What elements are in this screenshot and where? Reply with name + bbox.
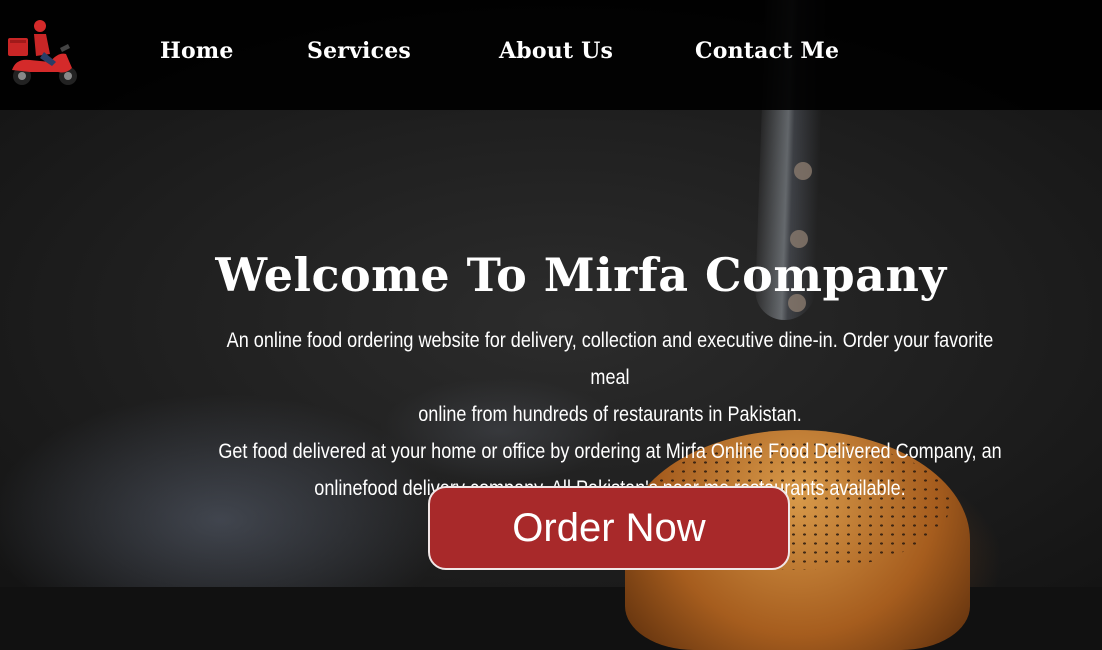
scooter-delivery-icon[interactable]: [6, 18, 80, 86]
hero-description-line: online from hundreds of restaurants in P…: [418, 403, 802, 426]
knife-rivet: [794, 162, 812, 180]
nav-services[interactable]: Services: [307, 38, 411, 64]
knife-rivet: [790, 230, 808, 248]
site-header: Home Services About Us Contact Me: [0, 0, 1102, 110]
order-now-button[interactable]: Order Now: [428, 486, 790, 570]
hero-description-line: Get food delivered at your home or offic…: [218, 440, 1002, 463]
nav-contact-me[interactable]: Contact Me: [695, 38, 839, 64]
hero-description-line: An online food ordering website for deli…: [226, 329, 994, 389]
nav-about-us[interactable]: About Us: [499, 38, 613, 64]
hero-title: Welcome To Mirfa Company: [215, 248, 947, 302]
nav-home[interactable]: Home: [160, 38, 234, 64]
hero-description: An online food ordering website for deli…: [206, 322, 1014, 507]
